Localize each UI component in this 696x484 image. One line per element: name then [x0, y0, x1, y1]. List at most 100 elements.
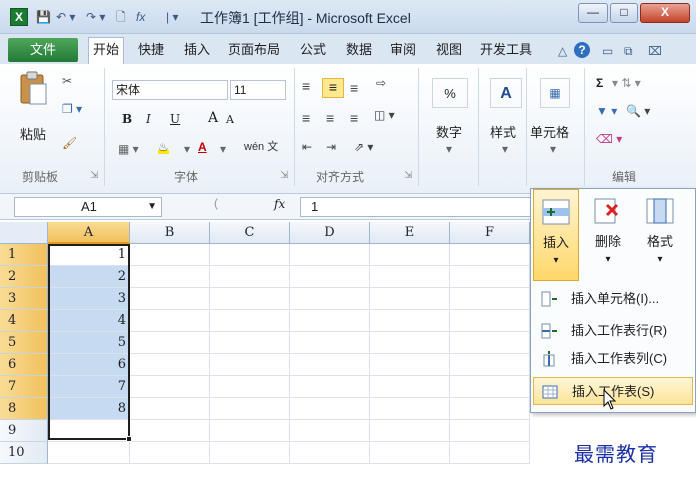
row-header-4[interactable]: 4 [0, 310, 48, 332]
tab-review[interactable]: 审阅 [390, 40, 416, 60]
new-icon[interactable]: 🗋 [116, 8, 126, 26]
column-header-b[interactable]: B [130, 222, 210, 244]
save-icon[interactable]: 💾 [36, 8, 51, 26]
name-box[interactable]: A1 ▼ [14, 197, 162, 217]
cell-a9[interactable] [48, 420, 130, 442]
font-name-select[interactable]: 宋体 [112, 80, 228, 100]
redo-icon[interactable]: ↷ ▾ [86, 8, 105, 26]
cell-a2[interactable]: 2 [48, 266, 130, 288]
close-button[interactable]: X [640, 3, 690, 23]
align-right-icon[interactable]: ≡ [350, 110, 358, 126]
insert-button[interactable]: 插入 ▾ [533, 189, 579, 281]
maximize-button[interactable]: □ [610, 3, 638, 23]
number-button[interactable]: 数字 [436, 122, 462, 141]
menu-insert-sheet-columns[interactable]: 插入工作表列(C) [533, 345, 693, 373]
fill-color-dropdown-icon[interactable]: ▾ [184, 142, 190, 156]
tab-developer[interactable]: 开发工具 [480, 40, 532, 60]
decrease-indent-icon[interactable]: ⇤ [302, 140, 312, 154]
name-box-dropdown-icon[interactable]: ▼ [147, 198, 157, 216]
cell-a1[interactable]: 1 [48, 244, 130, 266]
insert-function-icon[interactable]: fx [274, 197, 285, 211]
cell-a3[interactable]: 3 [48, 288, 130, 310]
column-header-d[interactable]: D [290, 222, 370, 244]
tab-file[interactable]: 文件 [8, 38, 78, 62]
row-header-5[interactable]: 5 [0, 332, 48, 354]
find-select-icon[interactable]: 🔍 ▾ [626, 104, 650, 118]
column-header-e[interactable]: E [370, 222, 450, 244]
help-icon[interactable]: ? [574, 42, 590, 58]
row-header-9[interactable]: 9 [0, 420, 48, 442]
tab-page-layout[interactable]: 页面布局 [228, 40, 280, 60]
clipboard-launcher-icon[interactable]: ⇲ [90, 170, 98, 181]
menu-insert-cells[interactable]: 插入单元格(I)... [533, 285, 693, 313]
formula-cancel-icon[interactable]: ( [214, 196, 218, 210]
font-size-select[interactable]: 11 [230, 80, 286, 100]
autosum-button[interactable]: Σ [596, 76, 603, 90]
minimize-doc-icon[interactable]: ▭ [602, 44, 613, 58]
row-header-2[interactable]: 2 [0, 266, 48, 288]
minimize-button[interactable]: — [578, 3, 608, 23]
fill-color-icon[interactable]: ♨ [158, 140, 169, 154]
customize-qa-icon[interactable]: | ▾ [166, 8, 178, 26]
column-header-f[interactable]: F [450, 222, 530, 244]
bold-button[interactable]: B [122, 112, 132, 126]
column-header-a[interactable]: A [48, 222, 130, 244]
align-center-icon[interactable]: ≡ [326, 110, 334, 126]
cell-a6[interactable]: 6 [48, 354, 130, 376]
align-middle-icon[interactable]: ≡ [322, 78, 344, 98]
font-color-button[interactable]: A [198, 140, 207, 154]
row-header-3[interactable]: 3 [0, 288, 48, 310]
styles-button[interactable]: 样式 [490, 122, 516, 141]
tab-data[interactable]: 数据 [346, 40, 372, 60]
clear-icon[interactable]: ⌫ ▾ [596, 132, 622, 146]
align-left-icon[interactable]: ≡ [302, 110, 310, 126]
fx-icon[interactable]: fx [136, 8, 145, 26]
increase-indent-icon[interactable]: ⇥ [326, 140, 336, 154]
align-top-icon[interactable]: ≡ [302, 78, 310, 94]
tab-insert[interactable]: 插入 [184, 40, 210, 60]
wrap-text-icon[interactable]: ⇨ [376, 76, 386, 90]
delete-button[interactable]: 删除 ▾ [585, 189, 631, 281]
cell-a8[interactable]: 8 [48, 398, 130, 420]
cells-icon[interactable]: ▦ [540, 78, 570, 108]
border-icon[interactable]: ▦ ▾ [118, 142, 139, 156]
row-header-6[interactable]: 6 [0, 354, 48, 376]
orientation-icon[interactable]: ⇗ ▾ [354, 140, 373, 154]
format-button[interactable]: 格式 ▾ [637, 189, 683, 281]
copy-icon[interactable]: ❐ ▾ [62, 102, 82, 116]
cell-a7[interactable]: 7 [48, 376, 130, 398]
align-bottom-icon[interactable]: ≡ [350, 80, 358, 96]
row-header-7[interactable]: 7 [0, 376, 48, 398]
grow-font-button[interactable]: A [208, 110, 218, 126]
cell-a5[interactable]: 5 [48, 332, 130, 354]
column-header-c[interactable]: C [210, 222, 290, 244]
row-header-10[interactable]: 10 [0, 442, 48, 464]
font-color-dropdown-icon[interactable]: ▾ [220, 142, 226, 156]
tab-formulas[interactable]: 公式 [300, 40, 326, 60]
fill-icon[interactable]: ▼ ▾ [596, 104, 617, 118]
number-format-icon[interactable]: % [432, 78, 468, 108]
format-painter-icon[interactable]: 🖌 [62, 136, 77, 150]
merge-center-icon[interactable]: ◫ ▾ [374, 108, 395, 122]
styles-dropdown-icon[interactable]: ▾ [502, 142, 508, 156]
underline-button[interactable]: U [170, 112, 180, 126]
number-dropdown-icon[interactable]: ▾ [446, 142, 452, 156]
menu-insert-sheet-rows[interactable]: 插入工作表行(R) [533, 317, 693, 345]
close-doc-icon[interactable]: ⌧ [648, 44, 662, 58]
undo-icon[interactable]: ↶ ▾ [56, 8, 75, 26]
font-launcher-icon[interactable]: ⇲ [280, 170, 288, 181]
tab-view[interactable]: 视图 [436, 40, 462, 60]
styles-icon[interactable]: A [490, 78, 522, 108]
fill-handle[interactable] [126, 436, 132, 442]
cell-a4[interactable]: 4 [48, 310, 130, 332]
tab-quick[interactable]: 快捷 [138, 40, 164, 60]
cell-a10[interactable] [48, 442, 130, 464]
paste-button[interactable] [18, 70, 54, 114]
row-header-1[interactable]: 1 [0, 244, 48, 266]
alignment-launcher-icon[interactable]: ⇲ [404, 170, 412, 181]
empty-cells-area[interactable] [130, 244, 530, 464]
row-header-8[interactable]: 8 [0, 398, 48, 420]
phonetic-button[interactable]: wén 文 [244, 138, 278, 154]
select-all-corner[interactable] [0, 222, 48, 244]
cells-dropdown-icon[interactable]: ▾ [550, 142, 556, 156]
